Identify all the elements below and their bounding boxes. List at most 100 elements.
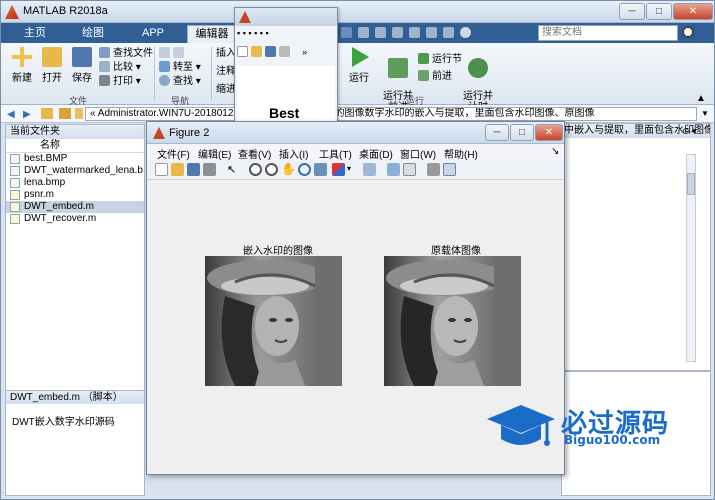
brush-dropdown-icon[interactable]: ▾ (347, 164, 351, 173)
tab-apps[interactable]: APP (127, 25, 179, 43)
switch-windows-icon[interactable] (443, 27, 455, 38)
run-time-button[interactable]: 运行并 计时 (463, 47, 493, 113)
file-item-selected[interactable]: DWT_embed.m (6, 201, 144, 213)
figure-close-button[interactable]: ✕ (535, 124, 563, 141)
editor-scrollbar[interactable] (686, 154, 696, 362)
minimize-button[interactable]: ─ (619, 3, 645, 20)
advance-label: 前进 (432, 71, 452, 82)
link-plot-icon[interactable] (363, 163, 376, 176)
menu-desktop[interactable]: 桌面(D) (359, 146, 393, 161)
figure-maximize-button[interactable]: □ (510, 124, 534, 141)
cut-icon[interactable] (358, 27, 370, 38)
menu-dock-icon[interactable]: ↘ (551, 146, 559, 157)
open-file-icon[interactable] (251, 46, 262, 57)
save-figure-icon[interactable] (187, 163, 200, 176)
goto-icon (159, 61, 170, 72)
forward-arrow-icon (173, 47, 184, 58)
chevron-down-icon[interactable]: ▼ (701, 109, 709, 118)
browse-folder-icon[interactable] (59, 108, 71, 119)
file-item[interactable]: lena.bmp (6, 177, 144, 189)
search-input[interactable]: 搜索文档 (538, 25, 678, 41)
figure-minimize-button[interactable]: ─ (485, 124, 509, 141)
current-folder-panel: 当前文件夹 名称 best.BMP DWT_watermarked_lena.b… (5, 124, 145, 496)
file-name: DWT_recover.m (24, 213, 97, 224)
copy-icon[interactable] (375, 27, 387, 38)
collapse-ribbon-icon[interactable]: ▲ (696, 93, 706, 104)
help-icon[interactable] (460, 27, 472, 38)
details-description: DWT嵌入数字水印源码 (12, 417, 115, 428)
zoom-in-icon[interactable] (249, 163, 262, 176)
data-cursor-icon[interactable] (314, 163, 327, 176)
editor-panel-controls[interactable]: ⊙ ▾ (682, 124, 710, 138)
go-back-button[interactable] (159, 47, 213, 61)
new-figure-icon[interactable] (237, 46, 248, 57)
tab-home[interactable]: 主页 (11, 25, 59, 43)
rotate-3d-icon[interactable] (298, 163, 311, 176)
file-item[interactable]: best.BMP (6, 153, 144, 165)
undo-icon[interactable] (409, 27, 421, 38)
open-file-icon[interactable] (171, 163, 184, 176)
forward-arrow-icon[interactable]: ▶ (23, 109, 31, 120)
scrollbar-thumb[interactable] (687, 173, 695, 195)
edit-plot-icon[interactable] (279, 46, 290, 57)
maximize-button[interactable]: □ (646, 3, 672, 20)
find-files-icon (99, 47, 110, 58)
save-icon (72, 47, 92, 67)
menu-file[interactable]: 文件(F) (157, 146, 190, 161)
overflow-chevron-icon[interactable]: » (302, 47, 307, 57)
save-figure-icon[interactable] (265, 46, 276, 57)
edit-plot-arrow-icon[interactable]: ↖ (227, 163, 236, 176)
tab-plots[interactable]: 绘图 (67, 25, 119, 43)
save-button[interactable]: 保存 (69, 47, 95, 84)
back-arrow-icon[interactable]: ◀ (7, 109, 15, 120)
up-folder-icon[interactable] (41, 108, 53, 119)
zoom-out-icon[interactable] (265, 163, 278, 176)
menu-help[interactable]: 帮助(H) (444, 146, 478, 161)
menu-window[interactable]: 窗口(W) (400, 146, 436, 161)
close-button[interactable]: ✕ (673, 3, 713, 20)
goto-button[interactable]: 转至 ▾ (159, 61, 213, 75)
compare-label: 比较 (113, 62, 133, 73)
find-button[interactable]: 查找 ▾ (159, 75, 213, 89)
print-icon (99, 75, 110, 86)
save-icon[interactable] (341, 27, 352, 38)
file-item[interactable]: DWT_recover.m (6, 213, 144, 225)
advance-button[interactable]: 前进 (418, 70, 468, 84)
run-section-button[interactable]: 运行节 (418, 53, 468, 67)
insert-colorbar-icon[interactable] (387, 163, 400, 176)
app-title: MATLAB R2018a (23, 5, 108, 17)
search-icon[interactable] (682, 26, 694, 38)
advance-icon (418, 70, 429, 81)
hide-plot-tools-icon[interactable] (427, 163, 440, 176)
file-item[interactable]: psnr.m (6, 189, 144, 201)
new-figure-icon[interactable] (155, 163, 168, 176)
tab-editor[interactable]: 编辑器 (187, 25, 237, 43)
file-icon (10, 166, 20, 176)
open-button[interactable]: 打开 (39, 47, 65, 84)
best-figure-toolbar: » (237, 46, 335, 64)
file-item[interactable]: DWT_watermarked_lena.b (6, 165, 144, 177)
redo-icon[interactable] (426, 27, 438, 38)
print-button[interactable]: 打印 ▾ (99, 75, 153, 89)
brush-icon[interactable] (332, 163, 345, 176)
show-plot-tools-icon[interactable] (443, 163, 456, 176)
new-button[interactable]: 新建 (9, 47, 35, 84)
run-button[interactable]: 运行 (346, 47, 372, 84)
new-label: 新建 (12, 73, 32, 84)
compare-icon (99, 61, 110, 72)
compare-button[interactable]: 比较 ▾ (99, 61, 153, 75)
title-bar: MATLAB R2018a ─ □ ✕ (1, 1, 714, 23)
pan-hand-icon[interactable]: ✋ (281, 162, 296, 176)
find-files-button[interactable]: 查找文件 (99, 47, 153, 61)
current-folder-path[interactable]: « Administrator.WIN7U-2018012 … AB程序：利用D… (85, 107, 697, 121)
menu-edit[interactable]: 编辑(E) (198, 146, 231, 161)
menu-insert[interactable]: 插入(I) (279, 146, 308, 161)
paste-icon[interactable] (392, 27, 404, 38)
print-figure-icon[interactable] (203, 163, 216, 176)
run-advance-icon (388, 58, 408, 78)
best-figure-menu[interactable]: ▪ ▪ ▪ ▪ ▪ ▪ (237, 28, 335, 42)
insert-legend-icon[interactable] (403, 163, 416, 176)
menu-tools[interactable]: 工具(T) (319, 146, 352, 161)
name-column-header[interactable]: 名称 (6, 139, 144, 153)
menu-view[interactable]: 查看(V) (238, 146, 271, 161)
